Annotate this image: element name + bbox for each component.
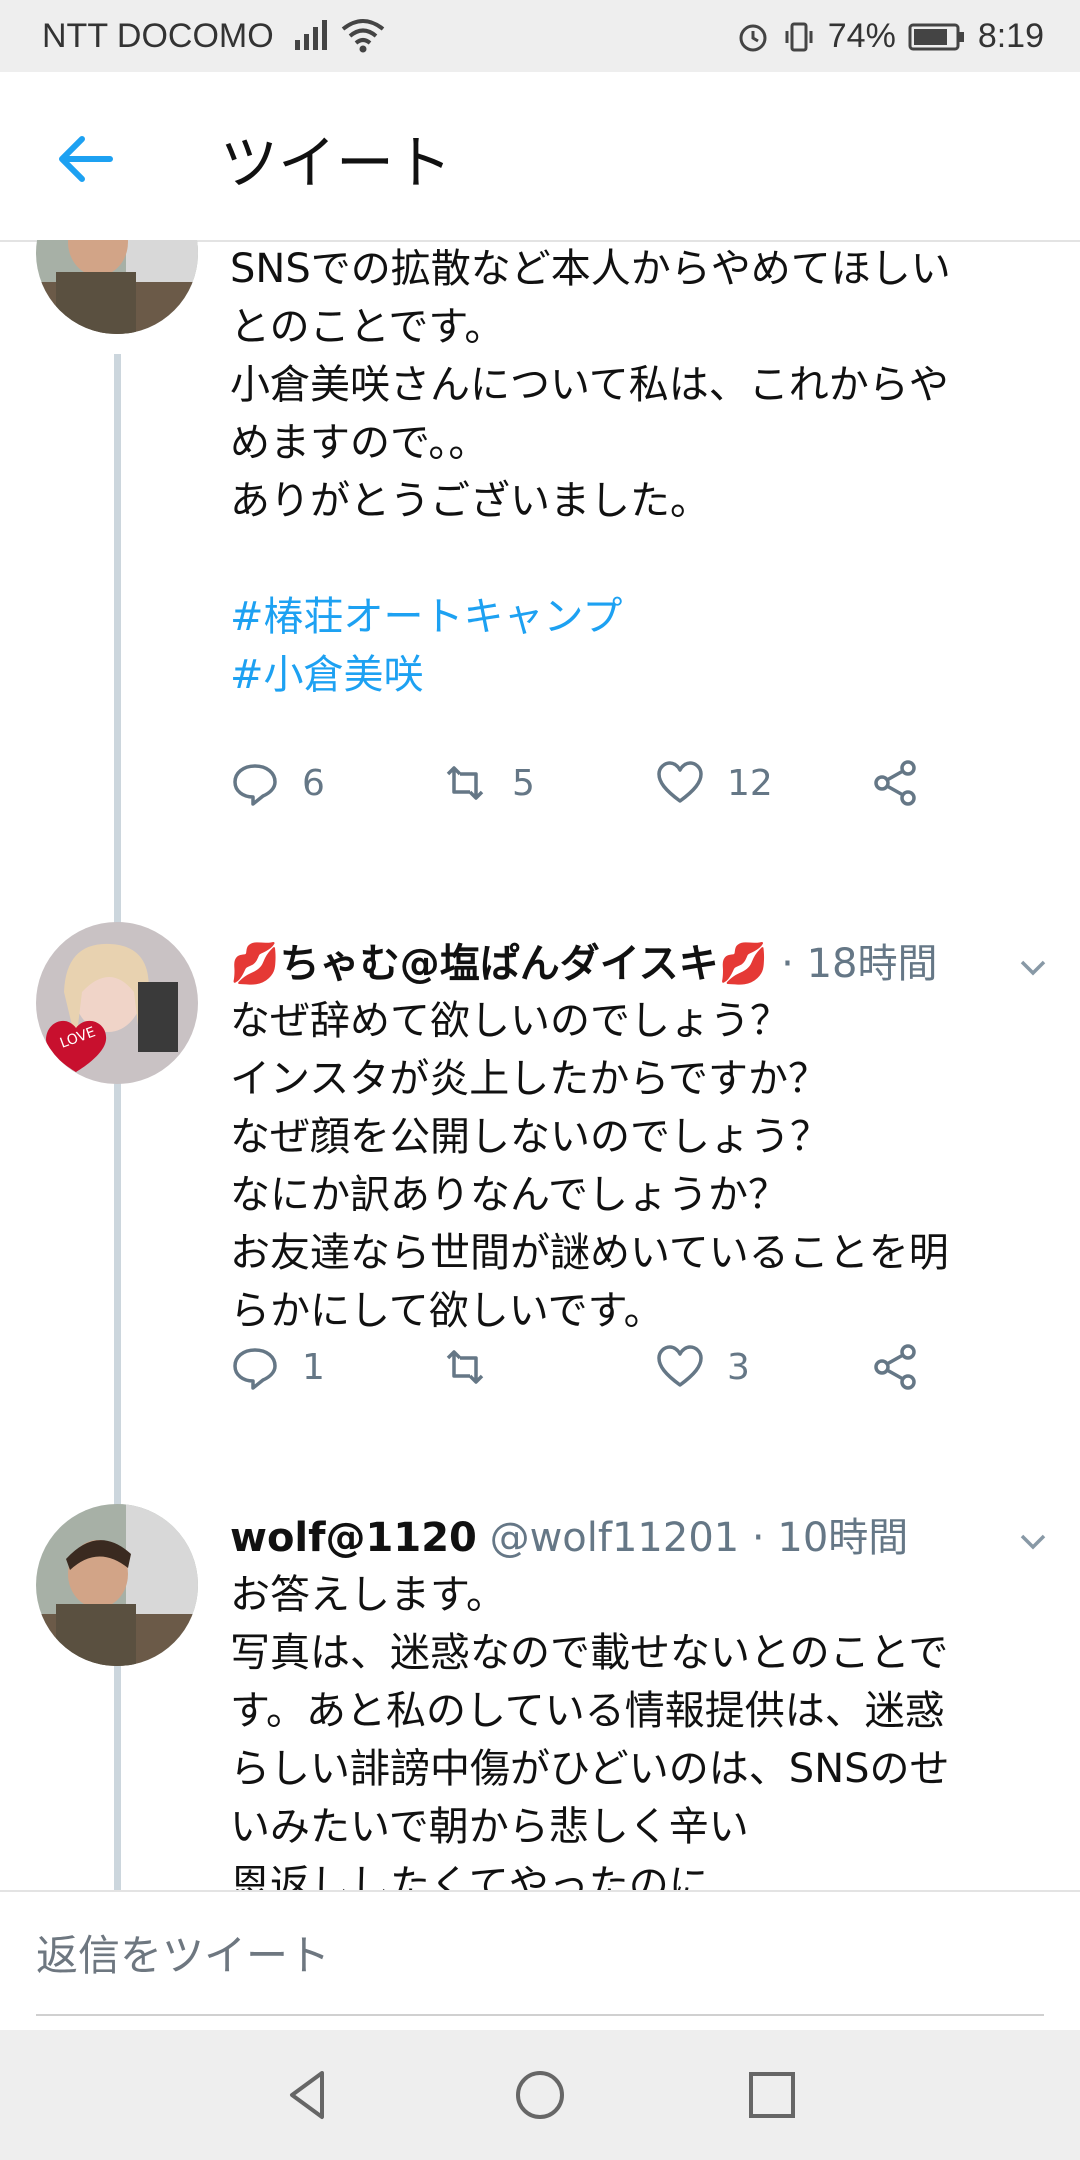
tweet-text: SNSでの拡散など本人からやめてほしい とのことです。 小倉美咲さんについて私は…	[230, 246, 951, 524]
carrier-label: NTT DOCOMO	[42, 17, 274, 55]
nav-back-icon[interactable]	[278, 2065, 338, 2125]
tweet-header: wolf@1120 @wolf11201 · 10時間	[230, 1510, 1050, 1566]
app-bar: ツイート	[0, 72, 1080, 242]
like-icon	[657, 1345, 703, 1387]
retweet-icon	[446, 1350, 484, 1384]
signal-icon	[295, 20, 327, 50]
share-icon	[874, 760, 916, 806]
reply-count: 1	[302, 1346, 325, 1388]
clock: 8:19	[977, 17, 1044, 55]
vibrate-icon	[785, 22, 813, 51]
like-icon	[657, 761, 703, 803]
chevron-down-icon[interactable]	[1016, 1524, 1050, 1558]
avatar-wolf[interactable]	[36, 1504, 198, 1666]
thread-line	[114, 870, 121, 916]
tweet-text: なぜ辞めて欲しいのでしょう？ インスタが炎上したからですか？ なぜ顔を公開しない…	[230, 998, 949, 1334]
alarm-icon	[739, 24, 767, 51]
avatar-chamu[interactable]: LOVE	[36, 922, 198, 1084]
tweet-header: 💋ちゃむ@塩ぱんダイスキ💋 · 18時間	[230, 936, 1050, 992]
back-arrow-icon[interactable]	[50, 124, 120, 194]
share-icon	[874, 1344, 916, 1390]
tweet-text: お答えします。 写真は、迷惑なので載せないとのことで す。あと私のしている情報提…	[230, 1572, 950, 1890]
display-name[interactable]: wolf@1120	[230, 1515, 477, 1561]
reply-input[interactable]: 返信をツイート	[36, 1922, 330, 1983]
display-name[interactable]: 💋ちゃむ@塩ぱんダイスキ💋	[230, 941, 768, 987]
tweet-thread[interactable]: SNSでの拡散など本人からやめてほしい とのことです。 小倉美咲さんについて私は…	[0, 240, 1080, 1890]
like-count: 3	[727, 1346, 750, 1388]
retweet-button[interactable]	[440, 1342, 512, 1392]
system-nav-bar	[0, 2030, 1080, 2160]
nav-recents-icon[interactable]	[742, 2065, 802, 2125]
input-underline	[36, 2014, 1044, 2016]
reply-button[interactable]: 1	[230, 1342, 325, 1392]
reply-composer[interactable]: 返信をツイート	[0, 1890, 1080, 2032]
retweet-count: 5	[512, 762, 535, 804]
retweet-icon	[446, 766, 484, 800]
nav-home-icon[interactable]	[510, 2065, 570, 2125]
page-title: ツイート	[220, 129, 453, 197]
reply-button[interactable]: 6	[230, 758, 325, 808]
hashtag-link[interactable]: #椿荘オートキャンプ	[230, 588, 1050, 646]
thread-line	[114, 1680, 121, 1890]
like-count: 12	[727, 762, 773, 804]
battery-percent: 74%	[827, 17, 896, 55]
wifi-icon	[341, 19, 385, 53]
share-button[interactable]	[870, 758, 920, 808]
like-button[interactable]: 12	[655, 758, 773, 808]
tweet-meta: · 18時間	[768, 941, 938, 987]
avatar-wolf[interactable]	[36, 240, 198, 334]
reply-icon	[233, 1348, 277, 1390]
chevron-down-icon[interactable]	[1016, 950, 1050, 984]
like-button[interactable]: 3	[655, 1342, 750, 1392]
reply-count: 6	[302, 762, 325, 804]
hashtag-link[interactable]: #小倉美咲	[230, 646, 1050, 704]
share-button[interactable]	[870, 1342, 920, 1392]
status-bar: NTT DOCOMO 74% 8:19	[0, 0, 1080, 72]
tweet-meta: @wolf11201 · 10時間	[476, 1515, 909, 1561]
battery-icon	[908, 23, 964, 50]
retweet-button[interactable]: 5	[440, 758, 535, 808]
reply-icon	[233, 764, 277, 806]
